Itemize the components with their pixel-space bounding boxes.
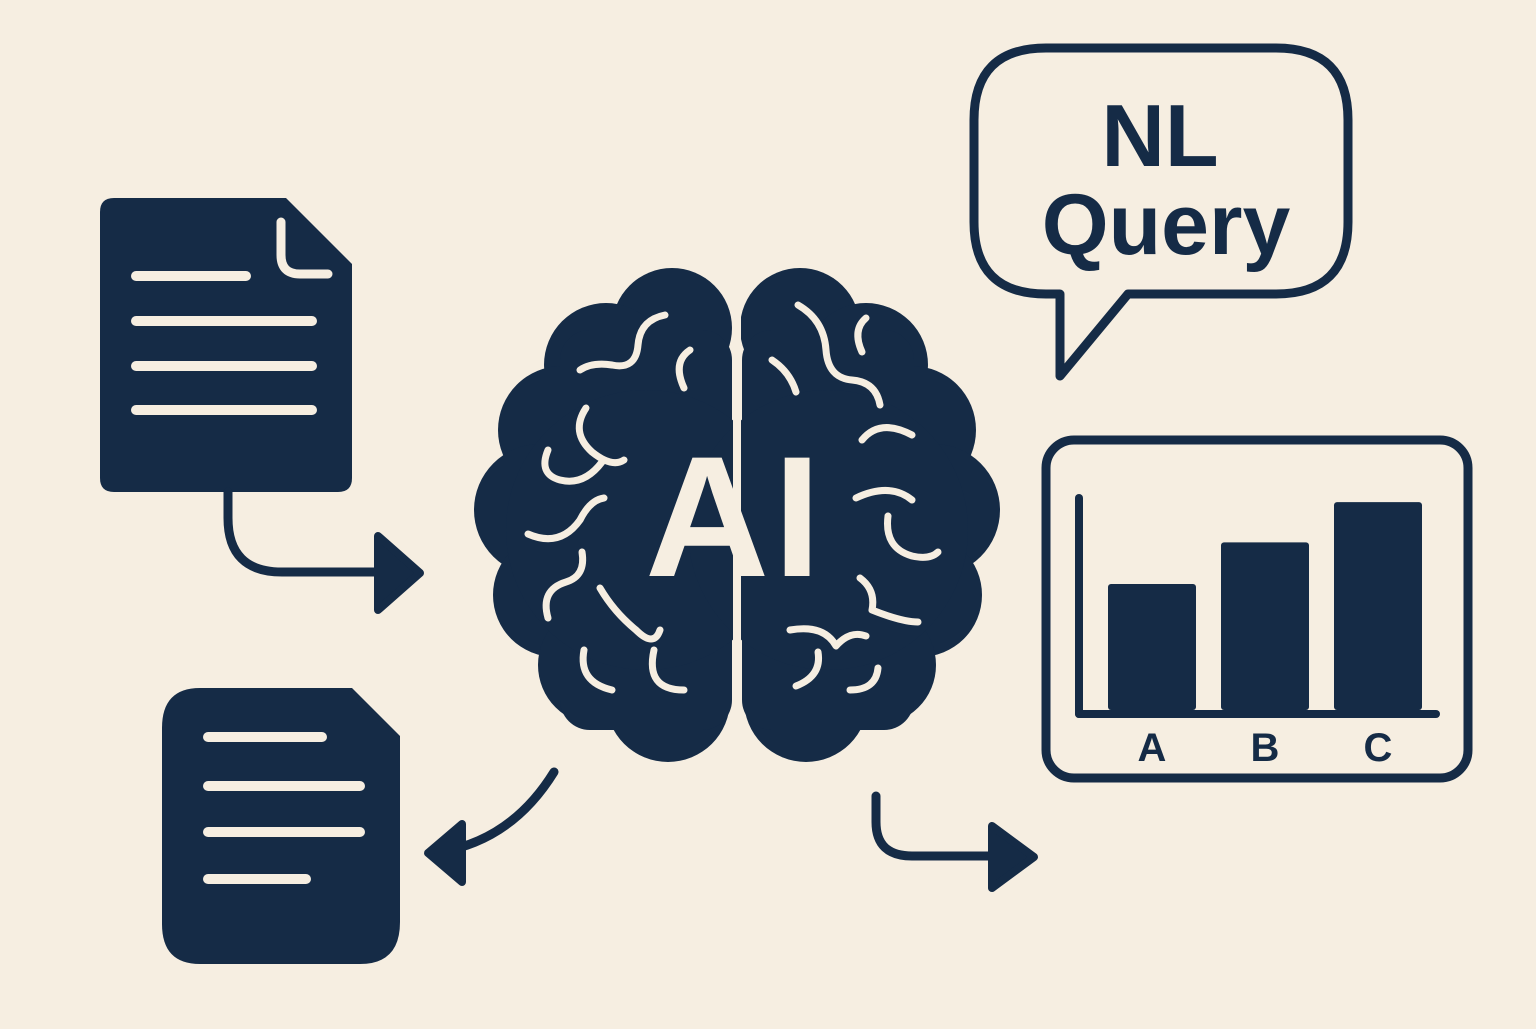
output-document-icon bbox=[162, 688, 400, 964]
bar-a bbox=[1108, 584, 1196, 710]
speech-bubble-icon: NL Query bbox=[969, 43, 1353, 381]
brain-icon: AI bbox=[474, 268, 1000, 762]
bar-b bbox=[1221, 542, 1309, 710]
chart-bars bbox=[1108, 502, 1422, 710]
speech-bubble-line1: NL bbox=[1101, 86, 1218, 185]
input-document-icon bbox=[100, 198, 352, 492]
arrow-ai-to-document bbox=[424, 767, 559, 886]
arrow-document-to-ai bbox=[223, 487, 424, 614]
bar-c bbox=[1334, 502, 1422, 710]
brain-label: AI bbox=[645, 421, 825, 613]
diagram: AI NL Query A B C bbox=[0, 0, 1536, 1024]
chart-tick-labels: A B C bbox=[1138, 726, 1393, 770]
tick-label-c: C bbox=[1364, 726, 1393, 770]
tick-label-a: A bbox=[1138, 726, 1167, 770]
arrow-ai-to-chart bbox=[871, 791, 1038, 892]
diagram-canvas: AI NL Query A B C bbox=[100, 43, 1473, 964]
speech-bubble-line2: Query bbox=[1042, 177, 1291, 273]
bar-chart-panel: A B C bbox=[1041, 435, 1473, 783]
tick-label-b: B bbox=[1251, 726, 1280, 770]
